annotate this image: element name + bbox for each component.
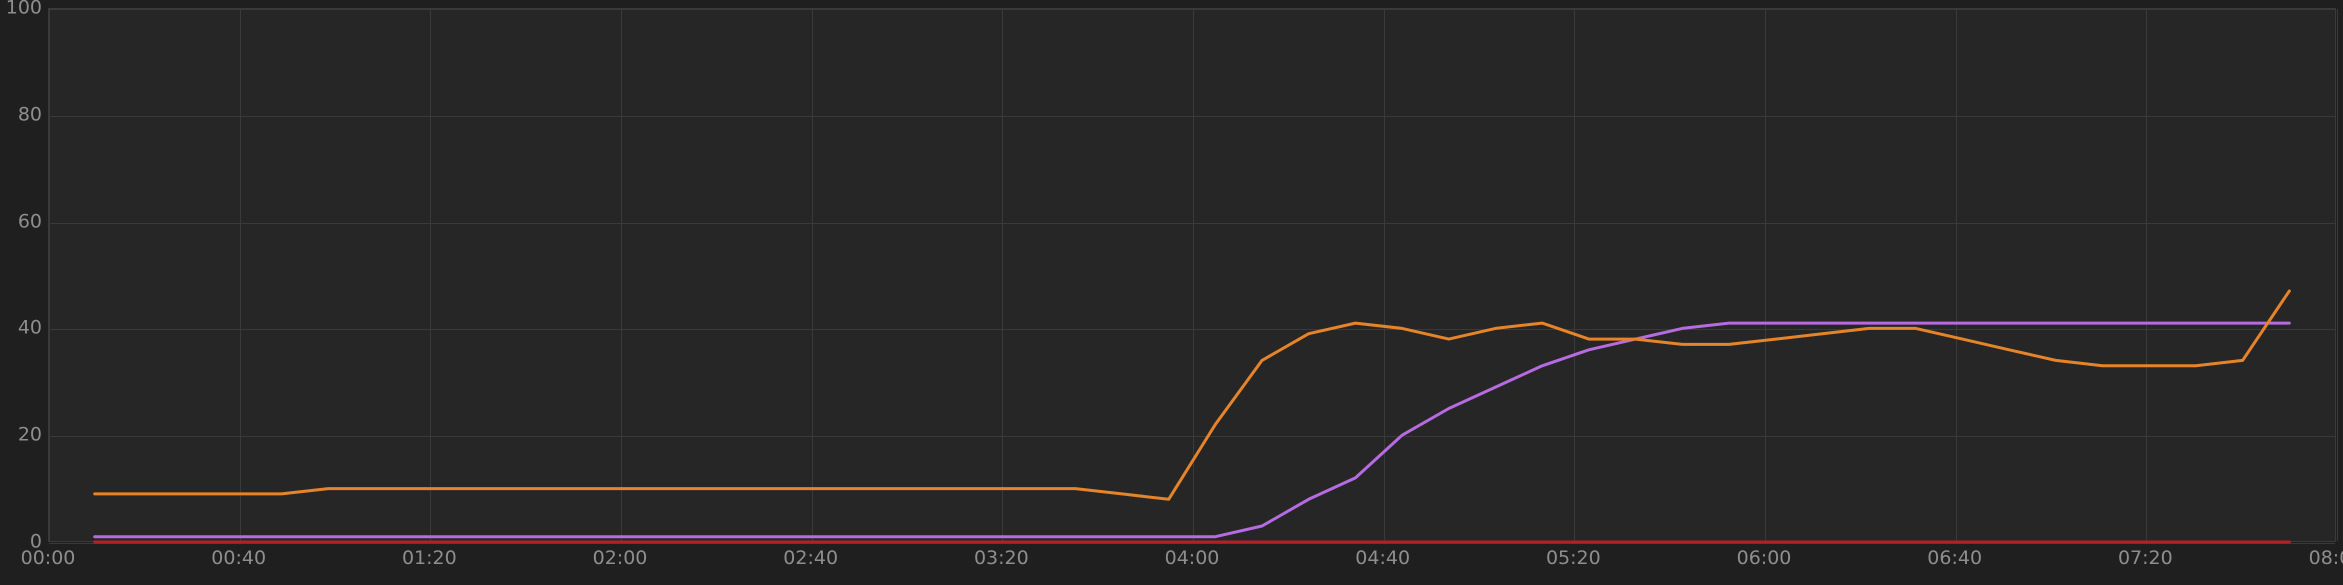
x-tick-label: 07:20 xyxy=(2118,549,2173,568)
y-tick-label: 60 xyxy=(0,212,42,231)
x-tick-label: 02:00 xyxy=(593,549,648,568)
y-tick-label: 40 xyxy=(0,319,42,338)
x-tick-label: 05:20 xyxy=(1546,549,1601,568)
x-tick-label: 00:40 xyxy=(211,549,266,568)
x-tick-label: 01:20 xyxy=(402,549,457,568)
chart-series-svg xyxy=(0,0,2343,552)
x-tick-label: 06:00 xyxy=(1737,549,1792,568)
x-tick-label: 00:00 xyxy=(21,549,76,568)
chart-container: 02040608010000:0000:4001:2002:0002:4003:… xyxy=(0,0,2343,585)
x-tick-label: 02:40 xyxy=(783,549,838,568)
y-tick-label: 80 xyxy=(0,105,42,124)
x-tick-label: 06:40 xyxy=(1927,549,1982,568)
x-tick-label: 04:00 xyxy=(1165,549,1220,568)
x-tick-label: 08:00 xyxy=(2309,549,2343,568)
x-tick-label: 03:20 xyxy=(974,549,1029,568)
x-tick-label: 04:40 xyxy=(1355,549,1410,568)
line-series-purple xyxy=(95,323,2290,537)
y-tick-label: 100 xyxy=(0,0,42,18)
y-tick-label: 20 xyxy=(0,426,42,445)
